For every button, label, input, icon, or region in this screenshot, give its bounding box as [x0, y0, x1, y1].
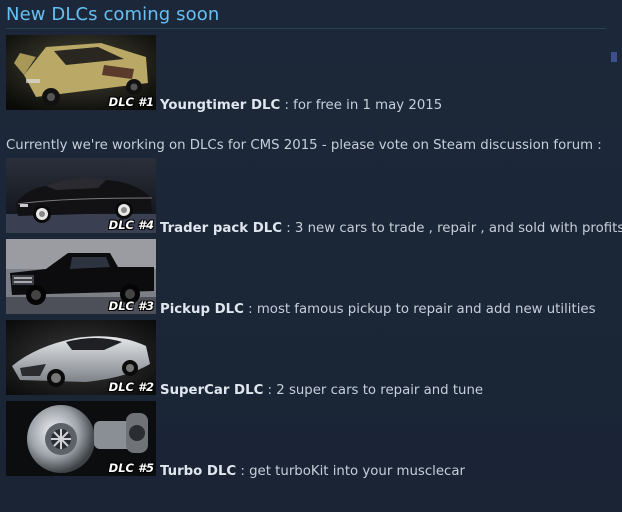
dlc-description: : for free in 1 may 2015: [280, 98, 443, 113]
dlc-number-tag: DLC #2: [108, 380, 154, 394]
dlc-description: : 3 new cars to trade , repair , and sol…: [281, 221, 622, 236]
classic-convertible-image[interactable]: DLC #4: [6, 158, 156, 233]
dlc-announcement-panel: New DLCs coming soon DLC #1 Youngtimer D…: [0, 0, 622, 512]
supercar-image[interactable]: DLC #2: [6, 320, 156, 395]
dlc-description: : most famous pickup to repair and add n…: [243, 302, 596, 317]
dlc-entry-text: Pickup DLC : most famous pickup to repai…: [160, 302, 596, 317]
youngtimer-car-image[interactable]: DLC #1: [6, 35, 156, 110]
section-title: New DLCs coming soon: [6, 4, 220, 25]
dlc-description: : 2 super cars to repair and tune: [263, 383, 484, 398]
scrollbar-marker[interactable]: [611, 52, 617, 62]
dlc-number-tag: DLC #1: [108, 95, 154, 109]
dlc-entry-text: Trader pack DLC : 3 new cars to trade , …: [160, 221, 622, 236]
dlc-name: Trader pack DLC: [160, 221, 282, 236]
dlc-name: Pickup DLC: [160, 302, 244, 317]
dlc-entry-text: SuperCar DLC : 2 super cars to repair an…: [160, 383, 483, 398]
dlc-number-tag: DLC #3: [108, 299, 154, 313]
dlc-number-tag: DLC #5: [108, 461, 154, 475]
dlc-number-tag: DLC #4: [108, 218, 154, 232]
dlc-name: SuperCar DLC: [160, 383, 264, 398]
turbocharger-image[interactable]: DLC #5: [6, 401, 156, 476]
pickup-truck-image[interactable]: DLC #3: [6, 239, 156, 314]
dlc-entry-text: Turbo DLC : get turboKit into your muscl…: [160, 464, 465, 479]
dlc-description: : get turboKit into your musclecar: [236, 464, 465, 479]
title-divider: [6, 28, 606, 29]
dlc-name: Turbo DLC: [160, 464, 237, 479]
vote-notice: Currently we're working on DLCs for CMS …: [6, 138, 602, 153]
dlc-name: Youngtimer DLC: [160, 98, 281, 113]
dlc-entry-text: Youngtimer DLC : for free in 1 may 2015: [160, 98, 442, 113]
